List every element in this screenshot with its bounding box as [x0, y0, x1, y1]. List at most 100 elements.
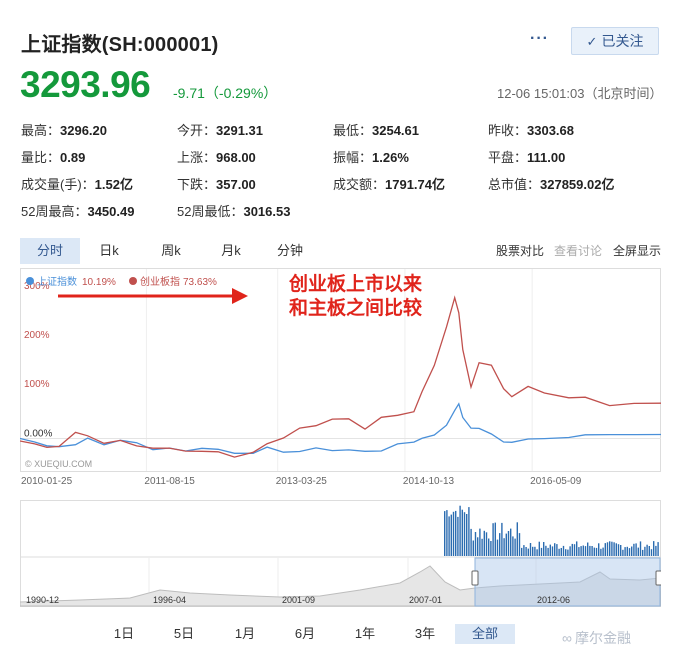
volume-bar — [631, 546, 633, 556]
volume-bar — [595, 547, 598, 556]
compare-link[interactable]: 股票对比 — [496, 238, 544, 264]
y-tick-label: 100% — [24, 379, 50, 390]
range-6m[interactable]: 6月 — [288, 624, 322, 644]
volume-bar — [571, 543, 573, 556]
volume-bar — [580, 546, 582, 556]
y-tick-label: 0.00% — [24, 428, 52, 439]
range-1m[interactable]: 1月 — [228, 624, 262, 644]
stat-52w-low: 52周最低：3016.53 — [177, 204, 291, 219]
tab-intraday[interactable]: 分时 — [20, 238, 80, 264]
volume-bar — [644, 546, 646, 556]
follow-label: 已关注 — [601, 33, 644, 49]
quote-timestamp: 12-06 15:01:03（北京时间） — [497, 86, 663, 101]
chart-x-ticks: 2010-01-25 2011-08-15 2013-03-25 2014-10-13… — [21, 476, 582, 487]
volume-bar — [479, 528, 481, 556]
range-handle-left[interactable] — [471, 570, 479, 586]
volume-bar — [525, 547, 527, 556]
volume-bar — [600, 548, 602, 556]
volume-bar — [593, 547, 595, 556]
volume-bar — [494, 522, 496, 556]
volume-bar — [620, 545, 622, 556]
volume-bar — [613, 542, 615, 556]
legend-name-shanghai: 上证指数 — [37, 275, 77, 288]
volume-bar — [648, 546, 650, 556]
range-3y[interactable]: 3年 — [408, 624, 442, 644]
volume-bar — [602, 547, 604, 556]
tab-monthly-k[interactable]: 月k — [206, 238, 256, 264]
volume-bar — [477, 537, 479, 556]
tab-minute[interactable]: 分钟 — [265, 238, 315, 264]
volume-bar — [543, 542, 545, 556]
range-5d[interactable]: 5日 — [168, 624, 200, 644]
navigator-chart: 1990-12 1996-04 2001-09 2007-01 2012-06 — [20, 500, 661, 607]
volume-bar — [507, 531, 510, 556]
volume-bar — [626, 546, 628, 556]
volume-bar — [646, 544, 648, 556]
stat-advancers: 上涨：968.00 — [177, 150, 256, 165]
volume-bar — [444, 511, 446, 556]
volume-bar — [573, 544, 576, 556]
volume-bar — [510, 528, 512, 556]
range-handle-right[interactable] — [655, 570, 661, 586]
volume-bar — [558, 548, 560, 556]
legend-dot-chinext — [129, 277, 137, 285]
volume-bar — [598, 543, 600, 556]
volume-bar — [611, 541, 613, 556]
more-button[interactable]: ··· — [530, 30, 549, 48]
stat-amplitude: 振幅：1.26% — [333, 150, 409, 165]
nav-x-tick-label: 2001-09 — [282, 595, 315, 605]
volume-bar — [622, 549, 624, 556]
page-title: 上证指数(SH:000001) — [21, 34, 219, 56]
volume-bar — [512, 536, 514, 556]
volume-bar — [547, 547, 549, 556]
volume-bar — [488, 538, 490, 556]
nav-x-tick-label: 1996-04 — [153, 595, 186, 605]
volume-bar — [529, 543, 532, 556]
stat-high: 最高：3296.20 — [21, 123, 108, 138]
volume-bar — [617, 544, 620, 556]
stat-unchanged: 平盘：111.00 — [488, 150, 566, 165]
x-tick-label: 2014-10-13 — [403, 476, 455, 487]
follow-button[interactable]: ✓ 已关注 — [571, 27, 659, 55]
volume-bar — [527, 548, 529, 556]
stat-prev-close: 昨收：3303.68 — [488, 123, 575, 138]
volume-bar — [518, 533, 521, 556]
volume-bar — [455, 510, 457, 556]
range-1y[interactable]: 1年 — [348, 624, 382, 644]
volume-bar — [536, 549, 538, 556]
stat-open: 今开：3291.31 — [177, 123, 264, 138]
legend-pct-chinext: 73.63% — [183, 277, 217, 288]
range-all[interactable]: 全部 — [455, 624, 515, 644]
watermark: ∞ 摩尔金融 — [562, 630, 631, 646]
fullscreen-link[interactable]: 全屏显示 — [613, 238, 661, 264]
volume-bar — [655, 545, 657, 556]
legend-dot-shanghai — [26, 277, 34, 285]
volume-bar — [446, 510, 448, 556]
volume-bar — [578, 547, 580, 556]
volume-bar — [470, 528, 472, 556]
volume-bar — [474, 532, 477, 556]
volume-bar — [637, 547, 639, 556]
tab-daily-k[interactable]: 日k — [84, 238, 134, 264]
volume-bar — [628, 548, 631, 556]
range-1d[interactable]: 1日 — [108, 624, 140, 644]
volume-bar — [657, 542, 659, 556]
volume-bar — [514, 538, 516, 556]
volume-bar — [554, 543, 556, 556]
volume-bar — [560, 548, 562, 556]
stat-low: 最低：3254.61 — [333, 123, 420, 138]
stat-52w-high: 52周最高：3450.49 — [21, 204, 135, 219]
discuss-link[interactable]: 查看讨论 — [554, 238, 602, 264]
volume-bar — [545, 545, 547, 556]
volume-bar — [576, 541, 578, 556]
x-tick-label: 2011-08-15 — [144, 476, 195, 487]
volume-bar — [496, 539, 499, 556]
tab-weekly-k[interactable]: 周k — [146, 238, 196, 264]
stat-turnover: 成交额：1791.74亿 — [333, 177, 446, 192]
volume-bar — [591, 546, 593, 556]
current-price: 3293.96 — [20, 64, 151, 105]
chart-annotation: 创业板上市以来 和主板之间比较 — [289, 272, 422, 320]
volume-bar — [485, 532, 488, 556]
volume-bar — [562, 545, 565, 556]
volume-bar — [556, 544, 558, 556]
